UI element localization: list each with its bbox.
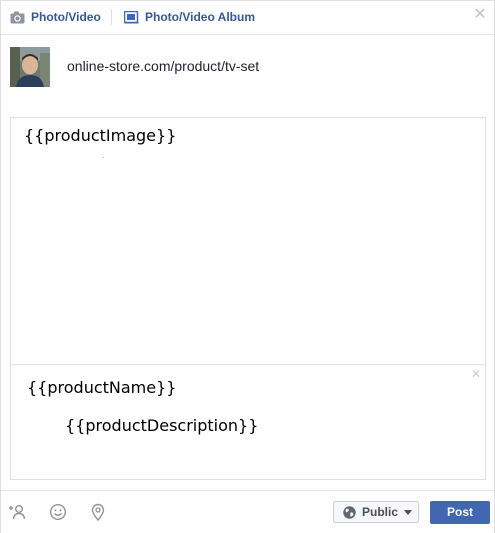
tab-photo-video-album-label: Photo/Video Album [145,10,255,24]
preview-image: {{productImage}} [11,118,485,365]
tab-photo-video-label: Photo/Video [31,10,101,24]
post-link-text[interactable]: online-store.com/product/tv-set [67,58,259,74]
post-composer: Photo/Video Photo/Video Album ✕ online-s… [0,0,495,533]
composer-footer: Public Post [1,490,494,533]
composer-tabs: Photo/Video Photo/Video Album ✕ [1,1,494,35]
avatar[interactable] [10,47,50,87]
image-artifact [102,157,104,158]
album-icon [123,10,139,24]
location-icon[interactable] [89,503,107,522]
close-icon[interactable]: ✕ [473,7,487,23]
tab-photo-video[interactable]: Photo/Video [10,8,101,26]
chevron-down-icon [404,509,413,515]
remove-preview-icon[interactable]: ✕ [471,368,481,380]
preview-product-description: {{productDescription}} [65,416,259,435]
link-preview-card[interactable]: {{productImage}} ✕ {{productName}} {{pro… [10,117,486,480]
camera-icon [10,11,25,24]
preview-image-placeholder: {{productImage}} [24,126,177,145]
audience-label: Public [362,505,399,519]
preview-product-name: {{productName}} [27,378,177,397]
audience-selector-button[interactable]: Public [333,501,419,523]
tab-photo-video-album[interactable]: Photo/Video Album [123,8,255,26]
feeling-icon[interactable] [49,503,67,521]
tag-people-icon[interactable] [9,503,27,521]
tab-divider [111,9,112,25]
globe-icon [343,505,356,519]
post-button[interactable]: Post [430,501,490,524]
